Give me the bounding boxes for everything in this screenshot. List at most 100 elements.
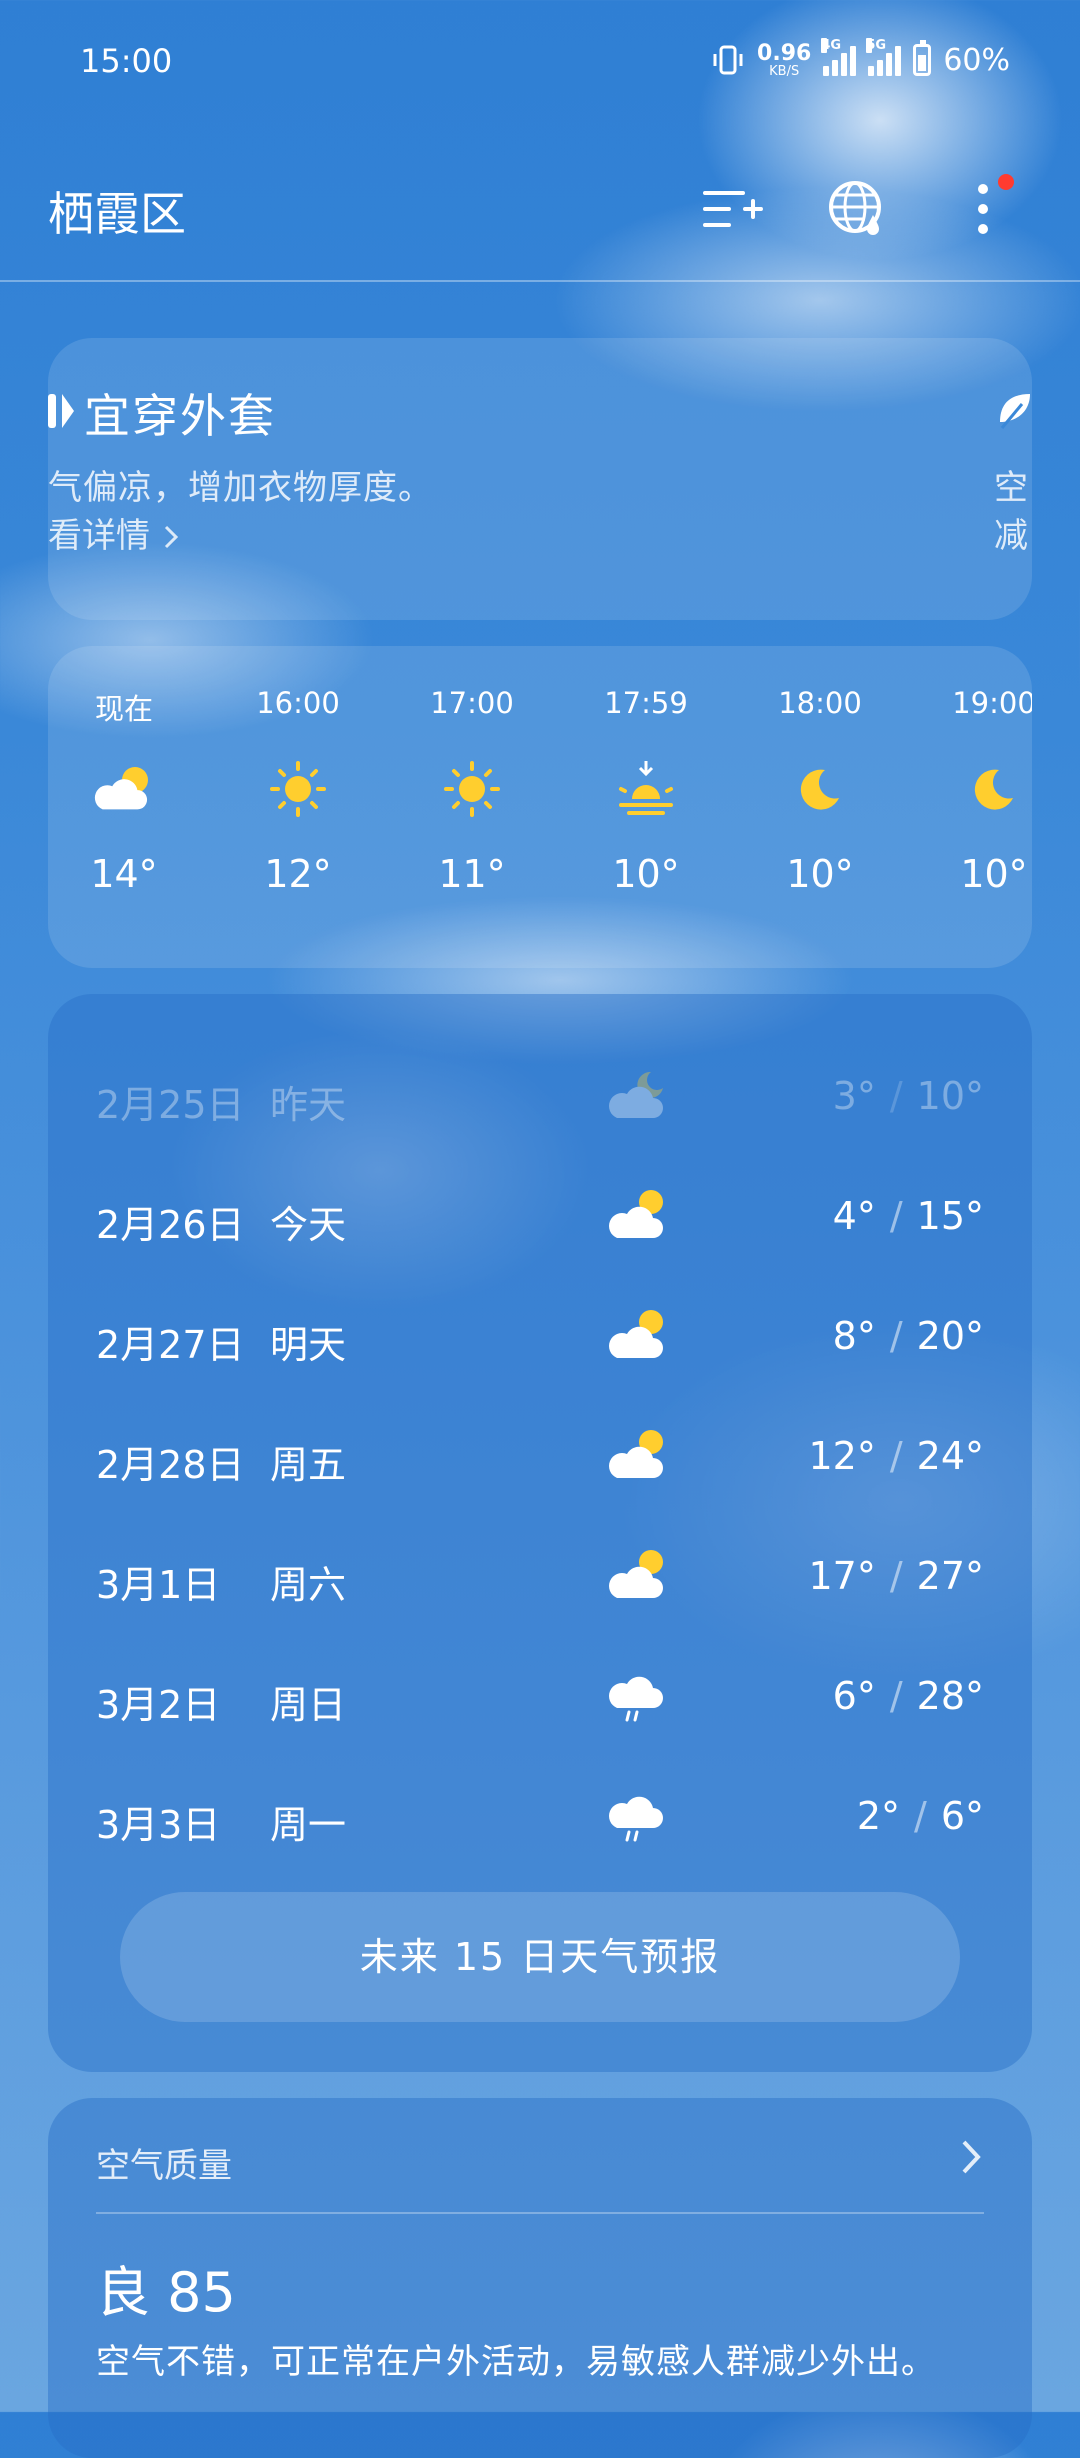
day-date: 2月27日 bbox=[96, 1323, 245, 1367]
leaf-icon bbox=[1000, 394, 1030, 429]
aqi-title: 空气质量 bbox=[96, 2146, 232, 2186]
daily-row[interactable]: 3月1日 周六 17° / 27° bbox=[96, 1546, 984, 1607]
temp-separator: / bbox=[889, 1194, 903, 1238]
day-label: 周一 bbox=[270, 1803, 347, 1847]
day-date: 2月28日 bbox=[96, 1443, 245, 1487]
high-temp: 6° bbox=[940, 1794, 984, 1838]
hour-temp: 10° bbox=[960, 852, 1028, 896]
day-label: 明天 bbox=[270, 1323, 347, 1367]
low-temp: 4° bbox=[832, 1194, 876, 1238]
daily-row[interactable]: 2月27日 明天 8° / 20° bbox=[96, 1306, 984, 1367]
temp-separator: / bbox=[889, 1674, 903, 1718]
sunny-icon bbox=[412, 754, 532, 824]
temp-separator: / bbox=[889, 1314, 903, 1358]
15-day-forecast-button[interactable]: 未来 15 日天气预报 bbox=[120, 1892, 960, 2022]
partly-cloudy-day-icon bbox=[601, 1430, 663, 1486]
app-header: 栖霞区 bbox=[0, 150, 1080, 282]
low-temp: 2° bbox=[856, 1794, 900, 1838]
status-icons: 0.96 KB/S 4G 5G 60% bbox=[711, 38, 1010, 80]
carousel-indicator bbox=[48, 394, 56, 428]
advice-details-link[interactable]: 看详情 bbox=[48, 508, 181, 557]
hourly-forecast-card[interactable]: 现在 14° 16:00 12° 17:00 11° 17:59 10° 18:… bbox=[48, 646, 1032, 968]
vibrate-icon bbox=[713, 45, 743, 75]
city-name[interactable]: 栖霞区 bbox=[48, 178, 186, 244]
manage-cities-icon[interactable] bbox=[696, 174, 766, 244]
hour-item: 现在 14° bbox=[64, 686, 184, 896]
hour-time: 现在 bbox=[94, 692, 153, 726]
high-temp: 20° bbox=[916, 1314, 984, 1358]
hour-item: 19:00 10° bbox=[934, 686, 1032, 896]
day-date: 3月2日 bbox=[96, 1683, 221, 1727]
day-label: 周日 bbox=[270, 1683, 347, 1727]
cloudy-night-icon bbox=[601, 1071, 663, 1126]
day-label: 今天 bbox=[270, 1203, 347, 1247]
low-temp: 3° bbox=[832, 1074, 876, 1118]
chevron-right-icon bbox=[164, 525, 178, 549]
daily-row[interactable]: 2月26日 今天 4° / 15° bbox=[96, 1186, 984, 1247]
partly-cloudy-day-icon bbox=[601, 1310, 663, 1366]
day-date: 2月25日 bbox=[96, 1083, 245, 1127]
aqi-description: 空气不错，可正常在户外活动，易敏感人群减少外出。 bbox=[96, 2342, 936, 2382]
daily-forecast-card: 2月25日 昨天 3° / 10° 2月26日 今天 4° / 15° 2月27日 明天… bbox=[48, 994, 1032, 2072]
day-label: 周五 bbox=[270, 1443, 347, 1487]
signal-5g-label: 5G bbox=[866, 38, 887, 53]
aqi-value: 良 85 bbox=[96, 2261, 236, 2324]
rain-icon bbox=[601, 1786, 671, 1842]
day-temps: 2° / 6° bbox=[857, 1794, 984, 1838]
hour-item: 18:00 10° bbox=[760, 686, 880, 896]
carousel-arrow-icon bbox=[62, 394, 74, 428]
high-temp: 28° bbox=[916, 1674, 984, 1718]
high-temp: 10° bbox=[916, 1074, 984, 1118]
hour-time: 17:00 bbox=[430, 686, 514, 720]
clothing-advice-card[interactable]: 宜穿外套 气偏凉，增加衣物厚度。 看详情 空 减 bbox=[48, 338, 1032, 620]
signal-4g-icon: 4G bbox=[821, 38, 857, 76]
moon-icon bbox=[760, 754, 880, 824]
rain-icon bbox=[601, 1666, 671, 1722]
net-speed-value: 0.96 bbox=[757, 40, 812, 66]
battery-percent: 60% bbox=[943, 42, 1010, 78]
air-quality-card[interactable]: 空气质量 良 85 空气不错，可正常在户外活动，易敏感人群减少外出。 bbox=[48, 2098, 1032, 2458]
daily-row[interactable]: 2月25日 昨天 3° / 10° bbox=[96, 1066, 984, 1127]
signal-5g-icon: 5G bbox=[866, 38, 902, 76]
hour-temp: 14° bbox=[90, 852, 158, 896]
low-temp: 8° bbox=[832, 1314, 876, 1358]
day-date: 3月1日 bbox=[96, 1563, 221, 1607]
advice-details-label: 看详情 bbox=[48, 516, 150, 556]
daily-row[interactable]: 3月3日 周一 2° / 6° bbox=[96, 1786, 984, 1847]
advice-description: 气偏凉，增加衣物厚度。 bbox=[48, 468, 433, 508]
temp-separator: / bbox=[889, 1074, 903, 1118]
net-speed-unit: KB/S bbox=[769, 63, 800, 79]
sunny-icon bbox=[238, 754, 358, 824]
chevron-right-icon bbox=[962, 2140, 981, 2174]
day-temps: 4° / 15° bbox=[833, 1194, 984, 1238]
daily-row[interactable]: 2月28日 周五 12° / 24° bbox=[96, 1426, 984, 1487]
low-temp: 12° bbox=[808, 1434, 876, 1478]
global-weather-icon[interactable] bbox=[822, 174, 892, 244]
signal-4g-label: 4G bbox=[821, 38, 842, 53]
day-temps: 17° / 27° bbox=[808, 1554, 984, 1598]
sunset-icon bbox=[586, 754, 706, 824]
hour-item: 17:00 11° bbox=[412, 686, 532, 896]
partly-cloudy-day-icon bbox=[601, 1190, 663, 1246]
day-temps: 6° / 28° bbox=[833, 1674, 984, 1718]
day-temps: 3° / 10° bbox=[833, 1074, 984, 1118]
high-temp: 24° bbox=[916, 1434, 984, 1478]
status-time: 15:00 bbox=[80, 42, 173, 80]
net-speed: 0.96 KB/S bbox=[757, 40, 812, 79]
partly-cloudy-day-icon bbox=[601, 1550, 663, 1606]
notification-dot bbox=[998, 174, 1014, 190]
partly-cloudy-day-icon bbox=[64, 754, 184, 824]
hour-time: 16:00 bbox=[256, 686, 340, 720]
temp-separator: / bbox=[889, 1554, 903, 1598]
daily-row[interactable]: 3月2日 周日 6° / 28° bbox=[96, 1666, 984, 1727]
hour-item: 17:59 10° bbox=[586, 686, 706, 896]
high-temp: 27° bbox=[916, 1554, 984, 1598]
low-temp: 17° bbox=[808, 1554, 876, 1598]
more-options-icon[interactable] bbox=[948, 174, 1018, 244]
advice-title: 宜穿外套 bbox=[84, 389, 276, 443]
high-temp: 15° bbox=[916, 1194, 984, 1238]
hour-time: 18:00 bbox=[778, 686, 862, 720]
hour-temp: 11° bbox=[438, 852, 506, 896]
day-label: 昨天 bbox=[270, 1083, 347, 1127]
hour-time: 19:00 bbox=[952, 686, 1032, 720]
